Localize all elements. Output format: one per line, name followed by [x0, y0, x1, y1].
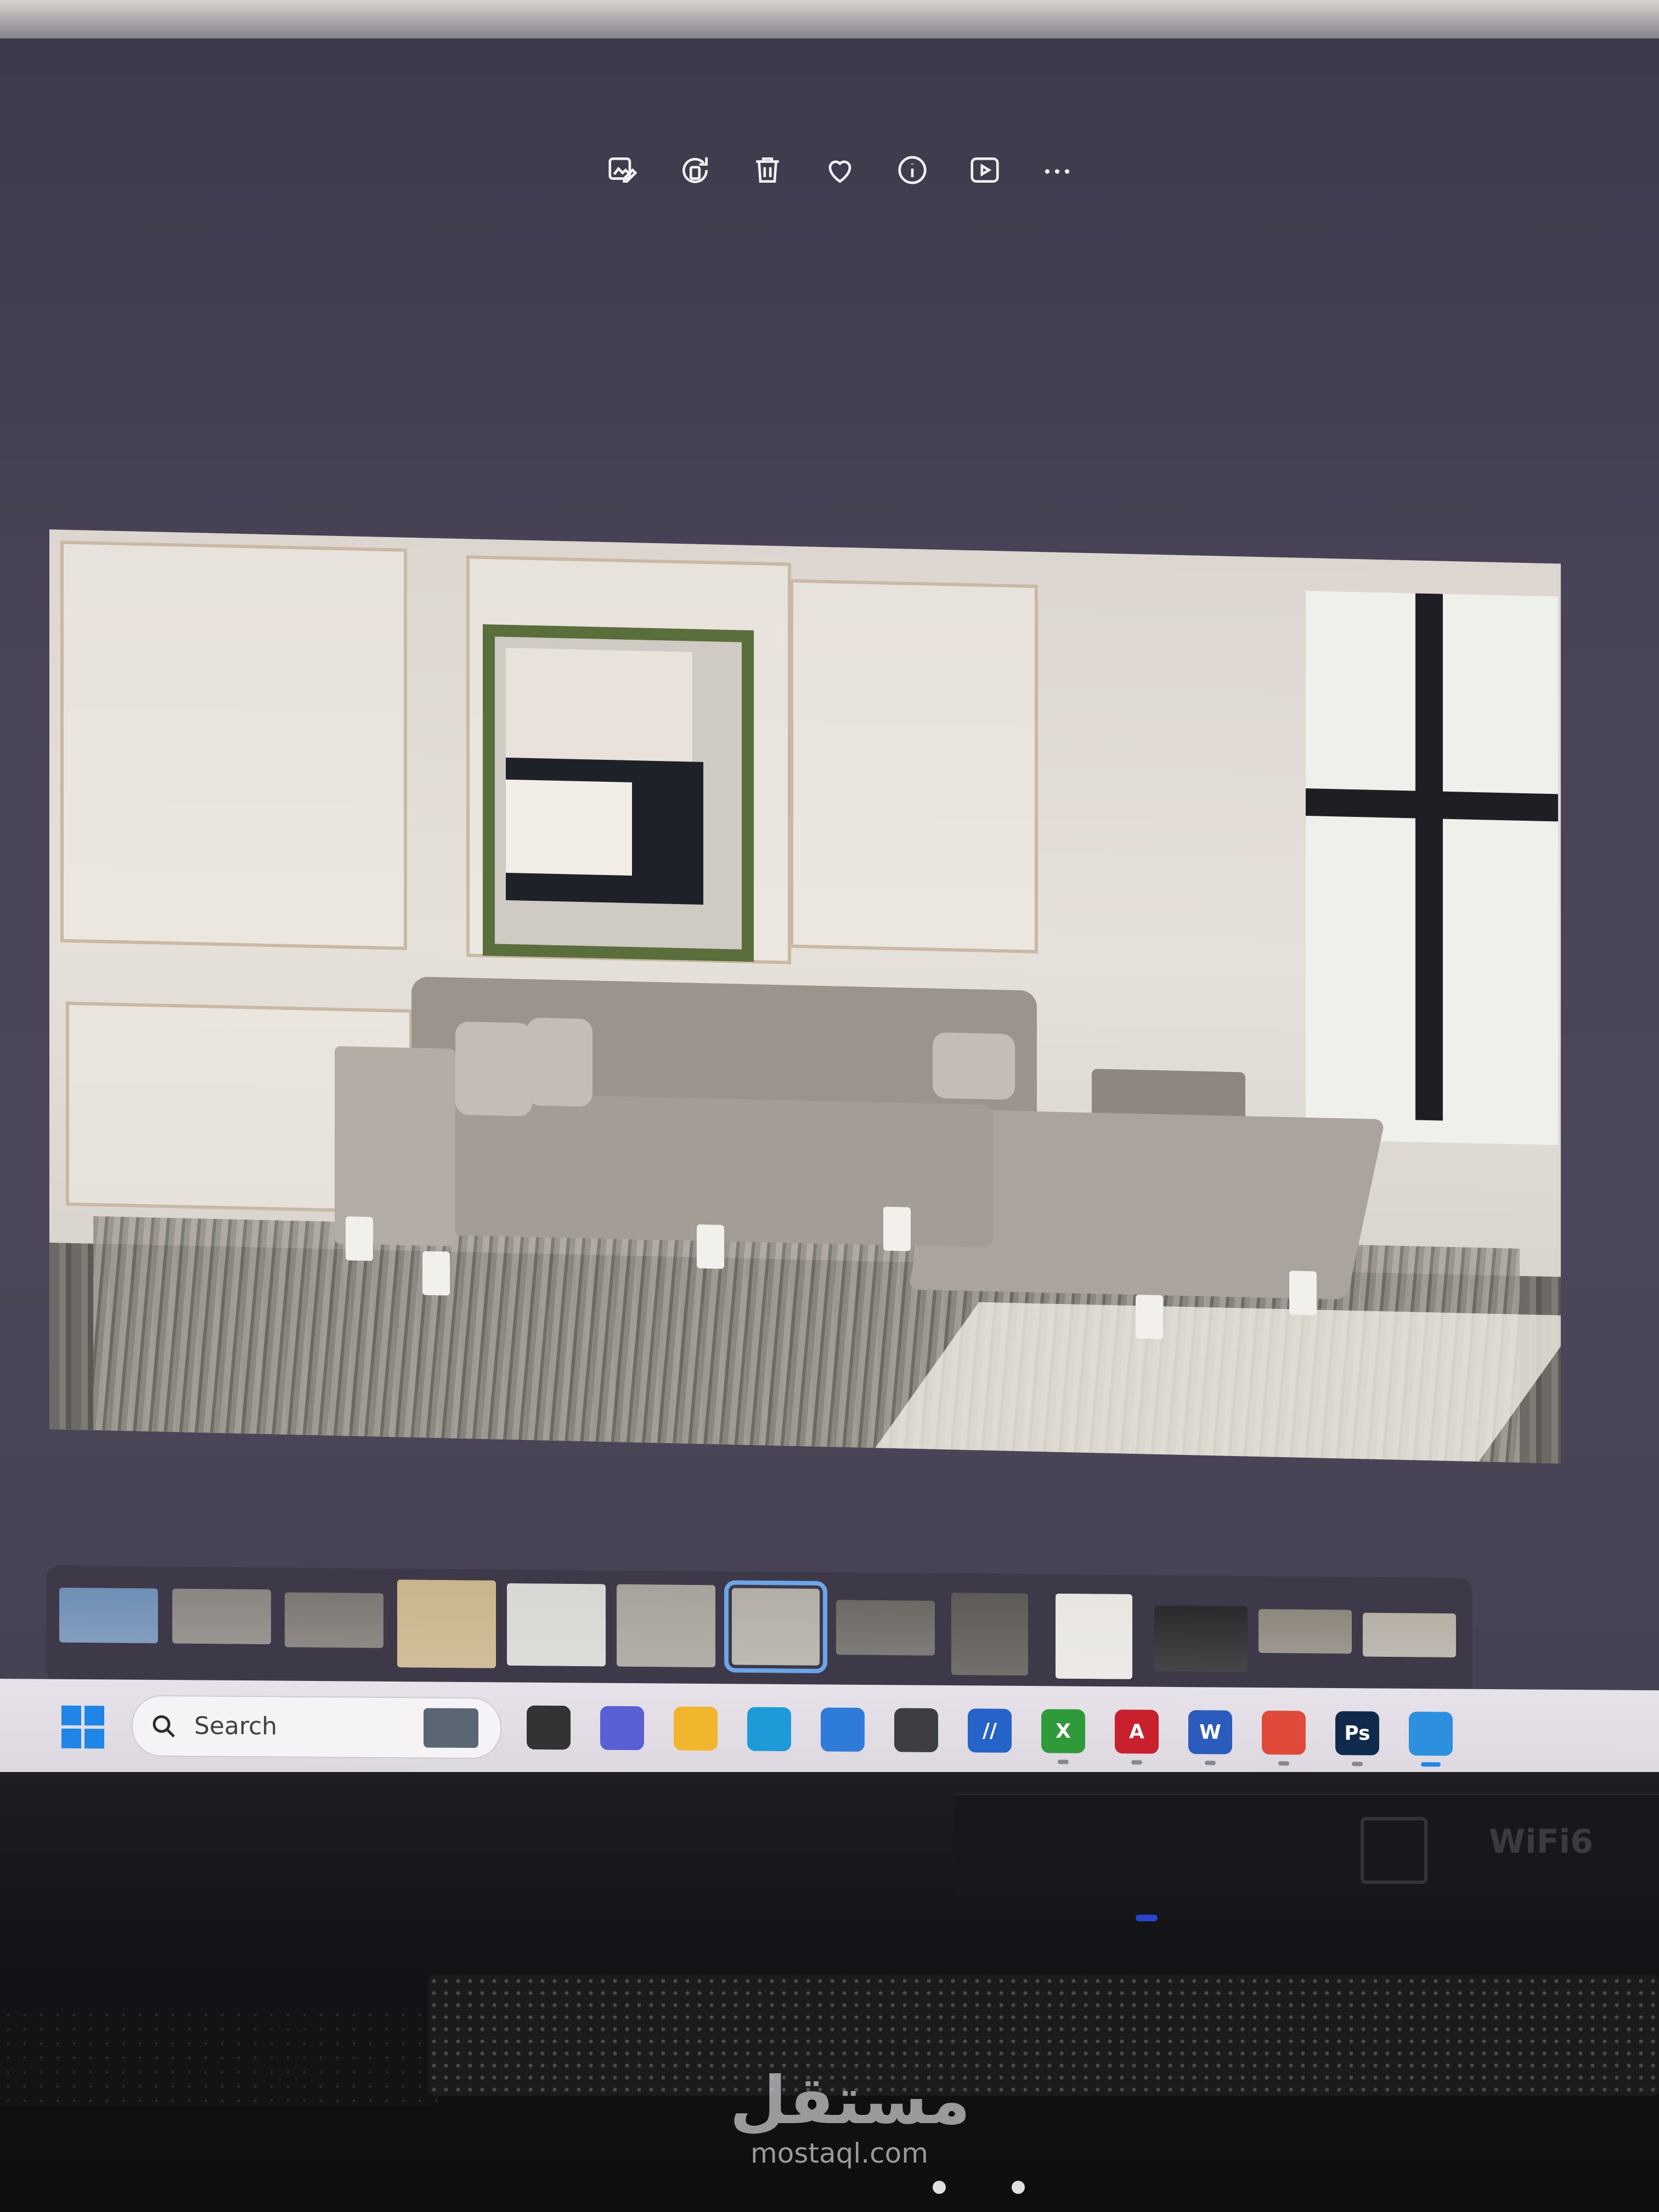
play-icon[interactable] [960, 145, 1009, 195]
thumbnail[interactable] [172, 1588, 271, 1645]
trash-icon[interactable] [743, 145, 792, 195]
edit-image-icon[interactable] [598, 145, 647, 195]
windows-start-icon[interactable] [61, 1705, 104, 1749]
sunlight-patch [875, 1302, 1561, 1462]
taskbar-search[interactable]: Search [132, 1695, 501, 1759]
thumbnail[interactable] [59, 1587, 158, 1644]
sofa-leg [346, 1216, 373, 1261]
info-icon[interactable] [888, 145, 937, 195]
watermark-arabic: مستقل [730, 2063, 970, 2139]
rotate-icon[interactable] [670, 145, 720, 195]
xbox-icon[interactable]: X [1041, 1709, 1085, 1764]
pillow [455, 1021, 532, 1116]
photos-app-window [0, 38, 1659, 1772]
image-toolbar [598, 137, 1105, 203]
task-view-icon[interactable] [527, 1705, 571, 1750]
indicator-dots [933, 2181, 1091, 2196]
more-icon[interactable] [1032, 145, 1082, 195]
pillow [527, 1017, 592, 1107]
photoshop-icon[interactable]: Ps [1335, 1711, 1379, 1767]
autodesk-icon[interactable]: // [968, 1708, 1012, 1753]
window [1306, 590, 1558, 1146]
pillow [933, 1032, 1015, 1100]
watermark-latin: mostaql.com [751, 2137, 928, 2169]
sofa-leg [1136, 1294, 1163, 1340]
main-image-viewer[interactable] [49, 529, 1561, 1464]
thumbnail[interactable] [951, 1593, 1028, 1676]
word-icon[interactable]: W [1188, 1710, 1232, 1765]
search-icon [149, 1712, 179, 1741]
folder-icon[interactable] [674, 1706, 718, 1751]
speaker-grill [428, 1975, 1659, 2096]
edge-icon[interactable] [747, 1707, 791, 1752]
laptop-stickers: WiFi6 [955, 1794, 1659, 1894]
watermark: مستقل mostaql.com [730, 2063, 970, 2170]
teams-icon[interactable] [600, 1706, 644, 1751]
wall-art-frame [483, 624, 754, 962]
thumbnail[interactable] [1056, 1593, 1132, 1679]
thumbnail[interactable] [617, 1584, 715, 1668]
store-icon[interactable] [821, 1707, 865, 1752]
wall-panel [790, 579, 1038, 953]
chrome-icon[interactable] [1262, 1711, 1306, 1766]
thumbnail[interactable] [1154, 1605, 1248, 1672]
thumbnail-selected[interactable] [724, 1580, 827, 1674]
thumbnail[interactable] [397, 1579, 496, 1668]
wall-panel [60, 540, 407, 950]
sofa-leg [422, 1251, 450, 1296]
status-led [1136, 1915, 1158, 1921]
autocad-icon[interactable]: A [1115, 1709, 1159, 1765]
search-highlight-image [424, 1708, 478, 1748]
sofa-leg [1289, 1271, 1317, 1316]
cube-icon[interactable] [894, 1708, 938, 1752]
heart-icon[interactable] [815, 145, 865, 195]
laptop-deck [0, 2008, 439, 2107]
thumbnail[interactable] [1259, 1609, 1352, 1654]
thumbnail[interactable] [836, 1600, 935, 1656]
search-placeholder: Search [194, 1712, 278, 1741]
thumbnail[interactable] [285, 1592, 383, 1649]
filmstrip [46, 1565, 1472, 1696]
photos-icon[interactable] [1409, 1711, 1453, 1767]
sofa-leg [697, 1224, 724, 1269]
thumbnail[interactable] [507, 1583, 606, 1667]
sofa-leg [883, 1206, 911, 1251]
thumbnail[interactable] [1363, 1612, 1456, 1658]
